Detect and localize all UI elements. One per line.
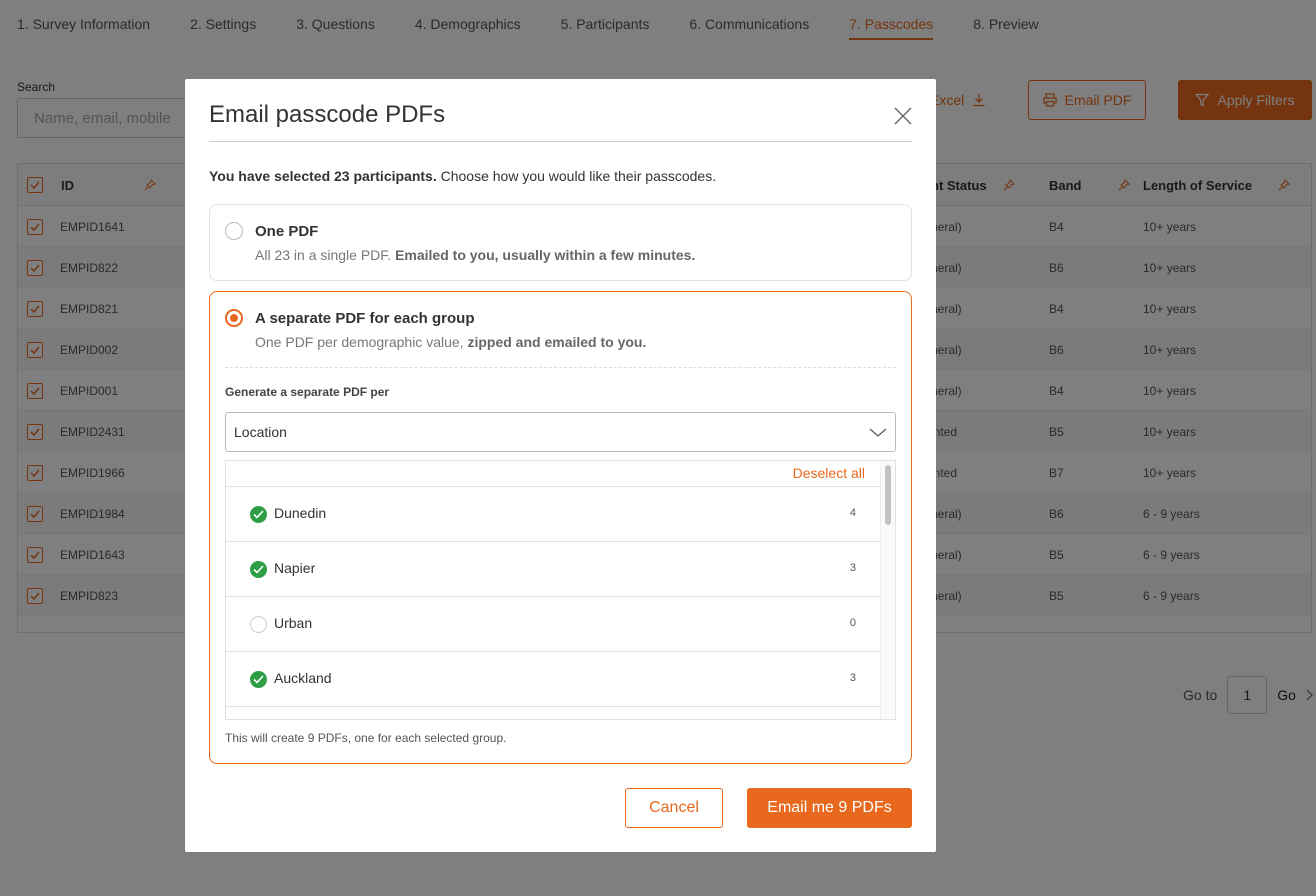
checked-circle-icon[interactable] xyxy=(250,506,267,523)
option-one-title: One PDF xyxy=(255,223,319,240)
group-item[interactable]: Urban 0 xyxy=(226,597,880,652)
group-list-scrollbar[interactable] xyxy=(880,461,895,719)
option-divider xyxy=(225,367,896,368)
group-item-label: Dunedin xyxy=(274,505,327,521)
group-item[interactable]: Napier 3 xyxy=(226,542,880,597)
group-item-label: Urban xyxy=(274,615,313,631)
group-list: Deselect all Dunedin 4 Napier 3 Urban 0 Auckla… xyxy=(225,460,896,720)
option-group-desc-plain: One PDF per demographic value, xyxy=(255,334,468,350)
radio-one-pdf[interactable] xyxy=(225,222,243,240)
group-list-header: Deselect all xyxy=(226,461,895,487)
selected-count-text: You have selected 23 participants. xyxy=(209,168,437,184)
demographic-select-value: Location xyxy=(234,424,287,440)
pdf-summary-text: This will create 9 PDFs, one for each se… xyxy=(225,731,507,745)
unchecked-circle-icon[interactable] xyxy=(250,616,267,633)
checked-circle-icon[interactable] xyxy=(250,561,267,578)
email-passcode-dialog: Email passcode PDFs You have selected 23… xyxy=(185,79,936,852)
group-items: Dunedin 4 Napier 3 Urban 0 Auckland 3 xyxy=(226,487,895,707)
chevron-down-icon xyxy=(869,428,887,437)
deselect-all-link[interactable]: Deselect all xyxy=(793,465,865,481)
group-item-count: 4 xyxy=(849,507,856,519)
group-item-count: 0 xyxy=(849,617,856,629)
option-separate-pdf[interactable]: A separate PDF for each group One PDF pe… xyxy=(209,291,912,764)
option-one-description: All 23 in a single PDF. Emailed to you, … xyxy=(255,247,695,263)
close-icon[interactable] xyxy=(893,106,913,126)
group-item-label: Auckland xyxy=(274,670,332,686)
option-one-desc-plain: All 23 in a single PDF. xyxy=(255,247,396,263)
intro-instruction: Choose how you would like their passcode… xyxy=(436,168,717,184)
group-item[interactable]: Dunedin 4 xyxy=(226,487,880,542)
group-item-count: 3 xyxy=(849,562,856,574)
checked-circle-icon[interactable] xyxy=(250,671,267,688)
dialog-divider xyxy=(209,141,912,142)
cancel-button[interactable]: Cancel xyxy=(625,788,723,828)
email-pdfs-button[interactable]: Email me 9 PDFs xyxy=(747,788,912,828)
demographic-select[interactable]: Location xyxy=(225,412,896,452)
option-one-pdf[interactable]: One PDF All 23 in a single PDF. Emailed … xyxy=(209,204,912,281)
radio-separate-pdf[interactable] xyxy=(225,309,243,327)
dialog-intro: You have selected 23 participants. Choos… xyxy=(209,168,716,184)
option-one-desc-bold: Emailed to you, usually within a few min… xyxy=(395,247,696,263)
option-group-desc-bold: zipped and emailed to you. xyxy=(467,334,647,350)
group-item-label: Napier xyxy=(274,560,316,576)
group-item[interactable]: Auckland 3 xyxy=(226,652,880,707)
scroll-thumb[interactable] xyxy=(885,465,891,525)
generate-per-label: Generate a separate PDF per xyxy=(225,385,390,399)
group-item-count: 3 xyxy=(849,672,856,684)
dialog-title: Email passcode PDFs xyxy=(209,101,446,128)
option-group-description: One PDF per demographic value, zipped an… xyxy=(255,334,646,350)
option-group-title: A separate PDF for each group xyxy=(255,310,475,327)
